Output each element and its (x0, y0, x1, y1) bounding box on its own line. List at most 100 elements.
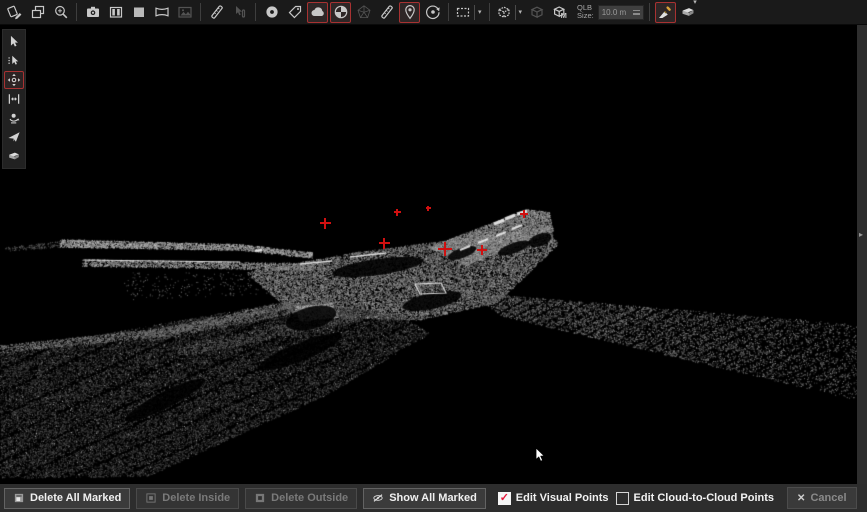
cascade-windows-tool[interactable] (27, 2, 48, 23)
delete-inside-icon (145, 492, 157, 504)
toolbar-separator (489, 3, 490, 21)
orbit-point-tool[interactable] (422, 2, 443, 23)
show-all-marked-button[interactable]: Show All Marked (363, 488, 486, 509)
delete-outside-button: Delete Outside (245, 488, 357, 509)
orbit-point-icon (425, 4, 441, 20)
person-view-icon (7, 111, 21, 125)
multi-select-cursor-tool[interactable] (4, 52, 24, 70)
tie-point-marker[interactable] (320, 218, 331, 229)
panorama-tool[interactable] (151, 2, 172, 23)
eraser-box-icon (680, 4, 696, 20)
checkbox-box[interactable]: ✓ (498, 492, 511, 505)
intensity-sphere-tool[interactable] (330, 2, 351, 23)
person-view-tool[interactable] (4, 109, 24, 127)
tie-point-marker[interactable] (477, 245, 487, 255)
tie-point-marker[interactable] (520, 210, 528, 218)
eraser-box-tool[interactable]: ▾ (678, 2, 699, 23)
box-m-icon: M (552, 4, 568, 20)
fly-tool[interactable] (4, 128, 24, 146)
delete-marked-icon (13, 492, 25, 504)
toolbar-group: ▾ M QLBSize: 10.0 m (495, 2, 644, 23)
toolbar-group (206, 2, 250, 23)
toolbar-group (4, 2, 71, 23)
mesh-tool (353, 2, 374, 23)
chevron-down-icon[interactable]: ▾ (474, 5, 483, 20)
probe-cursor-icon (232, 4, 248, 20)
toolbar-group: ▾ (454, 2, 484, 23)
chevron-down-icon[interactable]: ▾ (693, 0, 697, 6)
toolbar-separator (255, 3, 256, 21)
tag-icon (287, 4, 303, 20)
tie-point-marker[interactable] (379, 238, 390, 249)
single-view-icon (131, 4, 147, 20)
probe-cursor-tool (229, 2, 250, 23)
panel-expander-icon[interactable]: ▸ (859, 231, 863, 239)
tie-point-marker[interactable] (426, 206, 431, 211)
qlb-size-input[interactable]: 10.0 m (598, 5, 644, 20)
tie-point-marker[interactable] (438, 242, 452, 256)
clip-box-tool[interactable]: ▾ (495, 2, 525, 23)
edit-tag-tool[interactable] (4, 2, 25, 23)
select-rect-tool[interactable]: ▾ (454, 2, 484, 23)
cascade-windows-icon (30, 4, 46, 20)
point-cloud-viewport[interactable] (0, 0, 867, 512)
cancel-button: ✕ Cancel (787, 487, 856, 509)
fit-span-icon (7, 92, 21, 106)
eraser-box-tool[interactable] (4, 147, 24, 165)
point-cloud-icon (310, 4, 326, 20)
split-view-icon (108, 4, 124, 20)
delete-all-marked-button[interactable]: Delete All Marked (4, 488, 130, 509)
toolbar-separator (76, 3, 77, 21)
fit-span-tool[interactable] (4, 90, 24, 108)
box-m-tool[interactable]: M (549, 2, 570, 23)
svg-text:M: M (560, 11, 566, 20)
chevron-down-icon[interactable]: ▾ (515, 5, 524, 20)
trowel-tool[interactable] (655, 2, 676, 23)
panorama-icon (154, 4, 170, 20)
marked-actions-group: Delete All MarkedDelete InsideDelete Out… (4, 488, 486, 509)
edit-visual-points-checkbox[interactable]: ✓Edit Visual Points (498, 492, 609, 505)
top-toolbar: ▾ ▾ M QLBSize: 10.0 m ▾ (0, 0, 867, 25)
edit-cloud-to-cloud-points-checkbox[interactable]: Edit Cloud-to-Cloud Points (616, 492, 775, 505)
right-panel-strip[interactable]: ▸ (857, 25, 867, 484)
single-view-tool[interactable] (128, 2, 149, 23)
box-tool (526, 2, 547, 23)
toolbar-separator (448, 3, 449, 21)
disc-tool[interactable] (261, 2, 282, 23)
cancel-label: Cancel (810, 492, 846, 504)
qlb-size-field: QLBSize: 10.0 m (577, 4, 644, 21)
map-pin-tool[interactable] (399, 2, 420, 23)
delete-outside-icon (254, 492, 266, 504)
left-tool-palette (2, 29, 26, 169)
point-cloud-tool[interactable] (307, 2, 328, 23)
mesh-icon (356, 4, 372, 20)
tie-point-marker[interactable] (394, 209, 401, 216)
tag-tool[interactable] (284, 2, 305, 23)
eraser-box-icon (7, 149, 21, 163)
toolbar-group (261, 2, 443, 23)
select-cursor-tool[interactable] (4, 33, 24, 51)
ruler-tool[interactable] (206, 2, 227, 23)
qlb-size-label: QLBSize: (577, 4, 594, 21)
camera-tool[interactable] (82, 2, 103, 23)
multi-select-cursor-icon (7, 54, 21, 68)
toolbar-separator (649, 3, 650, 21)
app-window: { "colors": { "toolbar_bg": "#1a1a1a", "… (0, 0, 867, 512)
map-pin-icon (402, 4, 418, 20)
mouse-cursor (535, 448, 546, 463)
trowel-icon (657, 4, 673, 20)
measure-tool[interactable] (376, 2, 397, 23)
split-view-tool[interactable] (105, 2, 126, 23)
checkbox-box[interactable] (616, 492, 629, 505)
move-points-tool[interactable] (4, 71, 24, 89)
image-tool (174, 2, 195, 23)
cancel-x-icon: ✕ (797, 493, 805, 504)
zoom-region-tool[interactable] (50, 2, 71, 23)
image-icon (177, 4, 193, 20)
show-marked-icon (372, 492, 384, 504)
intensity-sphere-icon (333, 4, 349, 20)
edit-options-group: ✓Edit Visual Points Edit Cloud-to-Cloud P… (498, 492, 781, 505)
bottom-action-bar: Delete All MarkedDelete InsideDelete Out… (0, 484, 867, 512)
spinner-icon[interactable] (633, 10, 640, 15)
toolbar-separator (200, 3, 201, 21)
